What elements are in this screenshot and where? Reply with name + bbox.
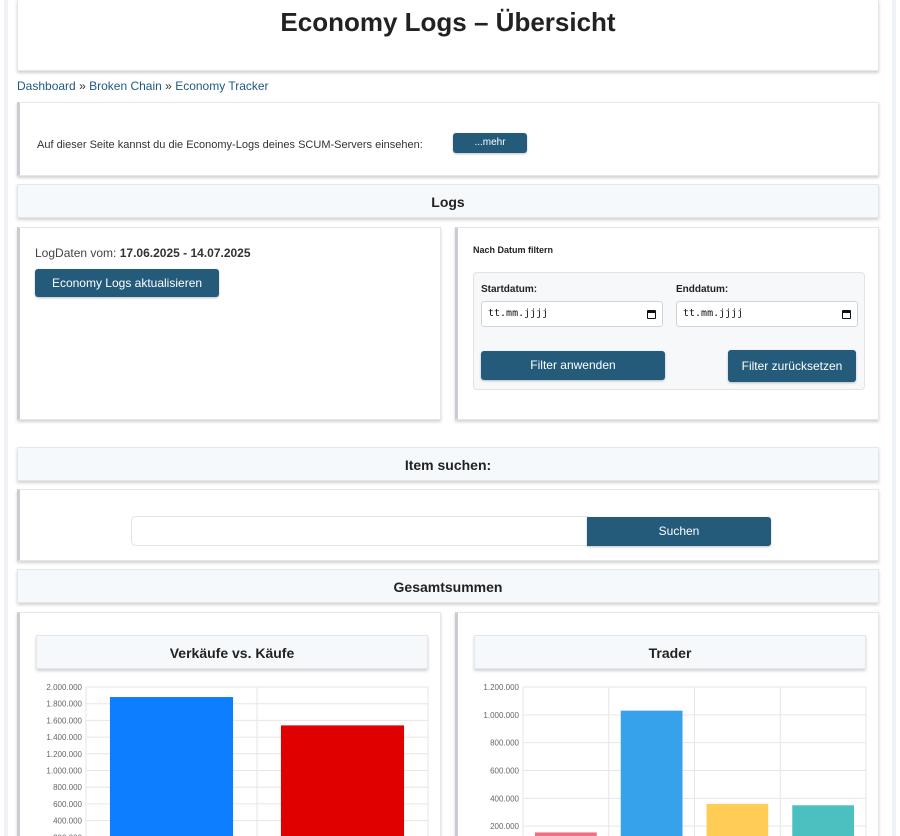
y-tick-label: 1.400.000 [46,733,82,742]
breadcrumb-dashboard[interactable]: Dashboard [17,79,76,93]
log-date-text: LogDaten vom: 17.06.2025 - 14.07.2025 [35,246,251,260]
right-edge [892,0,896,836]
y-tick-label: 1.200.000 [483,683,519,692]
page: Economy Logs – Übersicht Dashboard » Bro… [0,0,900,836]
info-text: Auf dieser Seite kannst du die Economy-L… [37,139,423,151]
y-tick-label: 1.000.000 [46,767,82,776]
y-tick-label: 800.000 [490,739,519,748]
search-card: Suchen [17,489,879,561]
search-input[interactable] [131,516,588,546]
start-date-placeholder: tt.mm.jjjj [488,308,549,319]
end-date-input[interactable]: tt.mm.jjjj [676,301,858,327]
header-card: Economy Logs – Übersicht [17,0,879,71]
start-date-label: Startdatum: [481,284,538,295]
y-tick-label: 800.000 [53,783,82,792]
start-date-input[interactable]: tt.mm.jjjj [481,301,663,327]
logs-heading: Logs [17,184,879,218]
chart-bar [109,697,234,836]
end-date-label: Enddatum: [676,284,729,295]
log-date-range: 17.06.2025 - 14.07.2025 [119,246,251,260]
chart-bar [535,832,597,836]
reset-filter-button[interactable]: Filter zurücksetzen [728,350,856,382]
left-edge [4,0,8,836]
calendar-icon[interactable] [842,310,851,319]
y-tick-label: 200.000 [490,822,519,831]
search-button[interactable]: Suchen [587,517,771,546]
y-tick-label: 1.800.000 [46,700,82,709]
y-tick-label: 600.000 [490,767,519,776]
date-filter-card: Nach Datum filtern Startdatum: Enddatum:… [455,227,879,420]
breadcrumb: Dashboard » Broken Chain » Economy Track… [17,79,269,93]
y-tick-label: 400.000 [490,794,519,803]
filter-box: Startdatum: Enddatum: tt.mm.jjjj tt.mm.j… [473,272,865,390]
breadcrumb-separator: » [79,79,86,93]
breadcrumb-economy-tracker[interactable]: Economy Tracker [175,79,268,93]
trader-card: 1.200.000 1.000.000 800.000 600.000 400.000 2… [455,612,879,836]
info-card: Auf dieser Seite kannst du die Economy-L… [17,102,879,176]
y-tick-label: 400.000 [53,817,82,826]
chart-bar [620,710,683,836]
y-tick-label: 600.000 [53,800,82,809]
totals-heading: Gesamtsummen [17,569,879,603]
sales-vs-purchases-card: 2.000.000 1.800.000 1.600.000 1.400.000 1.20… [17,612,441,836]
y-tick-label: 1.600.000 [46,716,82,725]
end-date-placeholder: tt.mm.jjjj [683,308,744,319]
trader-title: Trader [474,635,866,669]
y-tick-label: 1.000.000 [483,711,519,720]
y-tick-label: 2.000.000 [46,683,82,692]
more-button[interactable]: ...mehr [453,133,527,153]
apply-filter-button[interactable]: Filter anwenden [481,351,665,380]
filter-title: Nach Datum filtern [473,245,554,255]
page-title: Economy Logs – Übersicht [280,7,616,37]
log-date-prefix: LogDaten vom: [35,246,117,260]
y-tick-label: 1.200.000 [46,750,82,759]
chart-bar [792,805,854,836]
refresh-logs-button[interactable]: Economy Logs aktualisieren [35,269,219,297]
search-heading: Item suchen: [17,447,879,481]
chart-bar [280,725,405,836]
sales-vs-purchases-title: Verkäufe vs. Käufe [36,635,428,669]
breadcrumb-separator: » [165,79,172,93]
logs-info-card: LogDaten vom: 17.06.2025 - 14.07.2025 Ec… [17,227,441,420]
chart-bar [706,803,769,836]
breadcrumb-broken-chain[interactable]: Broken Chain [89,79,162,93]
calendar-icon[interactable] [647,310,656,319]
